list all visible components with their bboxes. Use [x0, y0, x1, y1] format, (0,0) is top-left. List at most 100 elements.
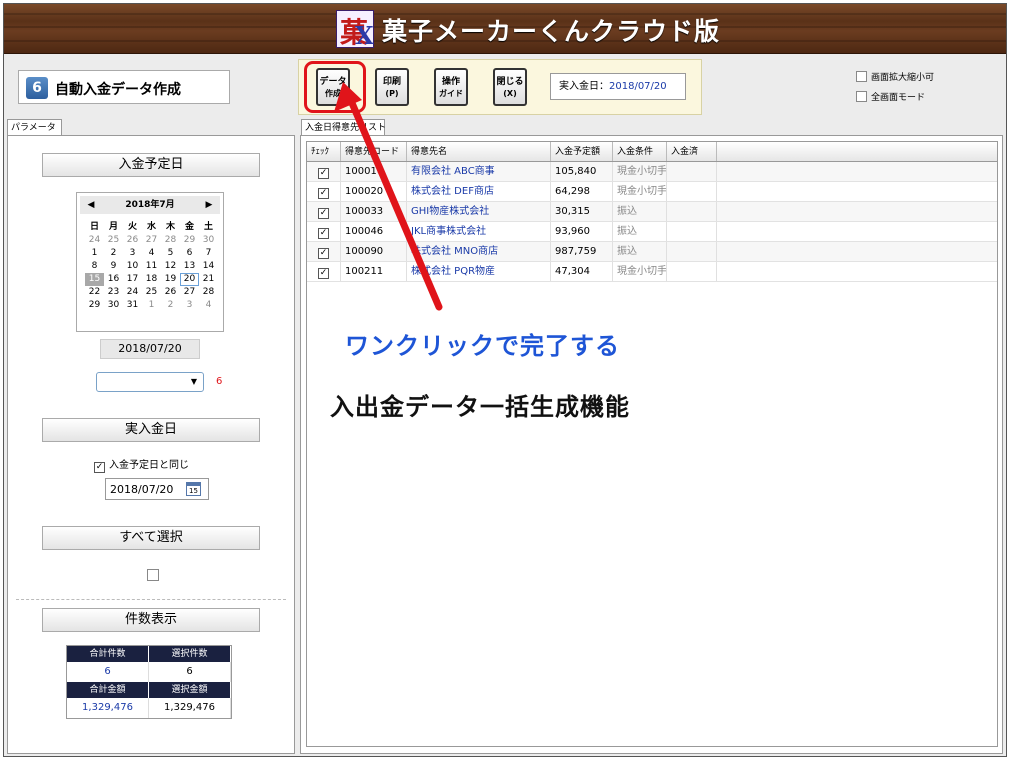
table-row[interactable]: ✓ 100090 株式会社 MNO商店 987,759 振込 [307, 242, 997, 262]
calendar-day[interactable]: 26 [123, 234, 142, 247]
calendar-day[interactable]: 30 [104, 299, 123, 312]
scheduled-date-display: 2018/07/20 [100, 339, 200, 359]
row-code: 100090 [341, 242, 407, 261]
row-amount: 105,840 [551, 162, 613, 181]
row-checkbox[interactable]: ✓ [318, 168, 329, 179]
actual-date-input[interactable]: 2018/07/20 15 [105, 478, 209, 500]
screen-title: 自動入金データ作成 [55, 82, 181, 98]
select-all-header: すべて選択 [42, 526, 260, 550]
calendar-day[interactable]: 18 [142, 273, 161, 286]
calendar-day[interactable]: 31 [123, 299, 142, 312]
same-as-scheduled-option[interactable]: ✓ 入金予定日と同じ [94, 456, 189, 473]
calendar-day-current[interactable]: 15 [85, 273, 104, 286]
calendar-day[interactable]: 3 [123, 247, 142, 260]
col-check[interactable]: ﾁｪｯｸ [307, 142, 341, 161]
total-amount-label: 合計金額 [67, 682, 149, 698]
calendar-day[interactable]: 30 [199, 234, 218, 247]
calendar-day[interactable]: 2 [104, 247, 123, 260]
calendar-prev-icon[interactable]: ◀ [82, 196, 100, 214]
calendar-next-icon[interactable]: ▶ [200, 196, 218, 214]
calendar-day[interactable]: 19 [161, 273, 180, 286]
col-payment-condition[interactable]: 入金条件 [613, 142, 667, 161]
col-customer-code[interactable]: 得意先コード [341, 142, 407, 161]
calendar-day[interactable]: 25 [104, 234, 123, 247]
calendar-day[interactable]: 14 [199, 260, 218, 273]
zoom-checkbox[interactable] [856, 71, 867, 82]
calendar-day[interactable]: 26 [161, 286, 180, 299]
row-checkbox[interactable]: ✓ [318, 268, 329, 279]
table-row[interactable]: ✓ 100033 GHI物産株式会社 30,315 振込 [307, 202, 997, 222]
calendar-icon[interactable]: 15 [186, 482, 201, 496]
row-code: 100020 [341, 182, 407, 201]
table-row[interactable]: ✓ 100020 株式会社 DEF商店 64,298 現金小切手 [307, 182, 997, 202]
calendar-day[interactable]: 24 [123, 286, 142, 299]
divider [16, 599, 286, 600]
calendar-day[interactable]: 16 [104, 273, 123, 286]
calendar-day[interactable]: 22 [85, 286, 104, 299]
calendar-day[interactable]: 23 [104, 286, 123, 299]
date-select[interactable]: ▼ [96, 372, 204, 392]
row-checkbox[interactable]: ✓ [318, 188, 329, 199]
calendar-day[interactable]: 4 [142, 247, 161, 260]
calendar-day[interactable]: 25 [142, 286, 161, 299]
calendar-day[interactable]: 8 [85, 260, 104, 273]
calendar-day[interactable]: 9 [104, 260, 123, 273]
close-button[interactable]: 閉じる (X) [493, 68, 527, 106]
row-checkbox[interactable]: ✓ [318, 208, 329, 219]
calendar-day[interactable]: 6 [180, 247, 199, 260]
print-button[interactable]: 印刷 (P) [375, 68, 409, 106]
total-count-value: 6 [67, 662, 149, 682]
fullscreen-option[interactable]: 全画面モード [856, 90, 925, 103]
calendar-day[interactable]: 7 [199, 247, 218, 260]
grid-body: ✓ 100016 有限会社 ABC商事 105,840 現金小切手 ✓ 1000… [307, 162, 997, 282]
row-amount: 64,298 [551, 182, 613, 201]
row-name: 有限会社 ABC商事 [407, 162, 551, 181]
col-scheduled-amount[interactable]: 入金予定額 [551, 142, 613, 161]
calendar-day[interactable]: 24 [85, 234, 104, 247]
calendar-day[interactable]: 5 [161, 247, 180, 260]
calendar-day[interactable]: 29 [180, 234, 199, 247]
table-row[interactable]: ✓ 100211 株式会社 PQR物産 47,304 現金小切手 [307, 262, 997, 282]
calendar-day[interactable]: 27 [142, 234, 161, 247]
data-create-highlight [304, 61, 366, 113]
calendar-day[interactable]: 1 [85, 247, 104, 260]
selected-amount-value: 1,329,476 [149, 698, 231, 718]
zoom-option[interactable]: 画面拡大縮小可 [856, 70, 934, 83]
table-row[interactable]: ✓ 100016 有限会社 ABC商事 105,840 現金小切手 [307, 162, 997, 182]
screen-title-box: 6 自動入金データ作成 [18, 70, 230, 104]
table-row[interactable]: ✓ 100046 JKL商事株式会社 93,960 振込 [307, 222, 997, 242]
calendar-grid: 日 月 火 水 木 金 土 24 25 26 27 28 29 30 1 2 3… [85, 221, 218, 312]
calendar-day[interactable]: 10 [123, 260, 142, 273]
row-name: GHI物産株式会社 [407, 202, 551, 221]
calendar-day[interactable]: 4 [199, 299, 218, 312]
same-as-scheduled-checkbox[interactable]: ✓ [94, 462, 105, 473]
fullscreen-checkbox[interactable] [856, 91, 867, 102]
calendar-day[interactable]: 12 [161, 260, 180, 273]
col-paid[interactable]: 入金済 [667, 142, 717, 161]
col-customer-name[interactable]: 得意先名 [407, 142, 551, 161]
tab-customer-list[interactable]: 入金日得意先リスト [301, 119, 386, 136]
calendar-day[interactable]: 1 [142, 299, 161, 312]
calendar-day[interactable]: 21 [199, 273, 218, 286]
calendar-day[interactable]: 17 [123, 273, 142, 286]
select-all-checkbox[interactable] [147, 569, 159, 581]
guide-button[interactable]: 操作 ガイド [434, 68, 468, 106]
row-name: 株式会社 DEF商店 [407, 182, 551, 201]
calendar-day-selected[interactable]: 20 [180, 273, 199, 286]
calendar-day[interactable]: 27 [180, 286, 199, 299]
row-amount: 93,960 [551, 222, 613, 241]
calendar-day[interactable]: 29 [85, 299, 104, 312]
row-checkbox[interactable]: ✓ [318, 228, 329, 239]
row-code: 100211 [341, 262, 407, 281]
calendar-day[interactable]: 3 [180, 299, 199, 312]
tab-parameters[interactable]: パラメータ [7, 119, 62, 136]
row-checkbox[interactable]: ✓ [318, 248, 329, 259]
calendar-day[interactable]: 13 [180, 260, 199, 273]
calendar-day[interactable]: 28 [199, 286, 218, 299]
calendar-day[interactable]: 11 [142, 260, 161, 273]
calendar-day[interactable]: 2 [161, 299, 180, 312]
calendar-day[interactable]: 28 [161, 234, 180, 247]
row-amount: 987,759 [551, 242, 613, 261]
calendar: ◀ 2018年7月 ▶ 日 月 火 水 木 金 土 24 25 26 27 28… [76, 192, 224, 332]
row-name: 株式会社 PQR物産 [407, 262, 551, 281]
